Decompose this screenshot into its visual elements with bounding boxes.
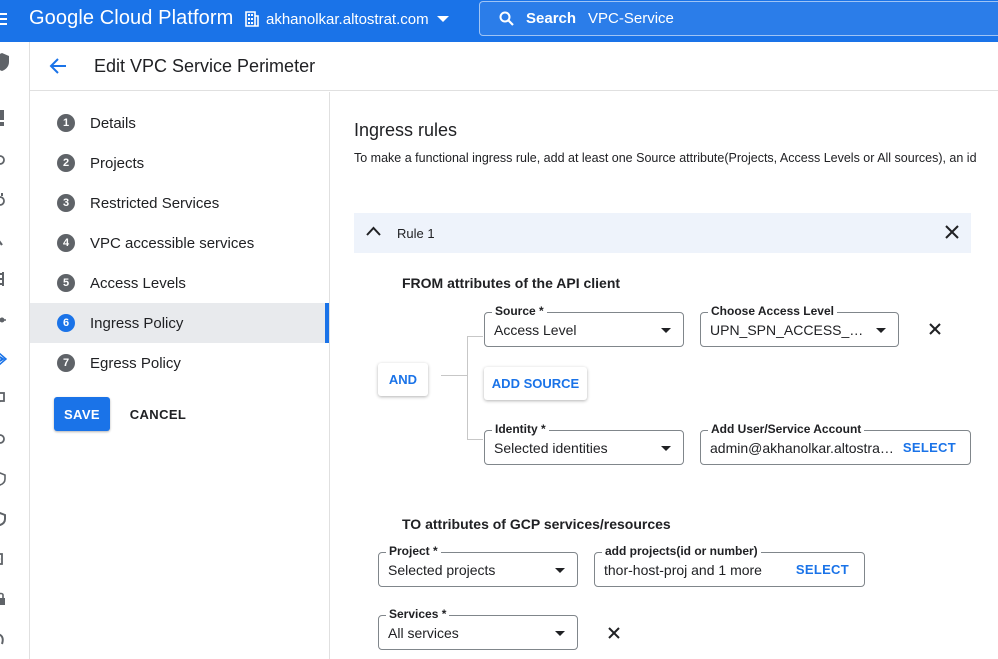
field-value: Access Level (494, 322, 577, 338)
tree-connector (467, 336, 468, 440)
save-button[interactable]: SAVE (54, 397, 110, 431)
field-value: UPN_SPN_ACCESS_LVL a... (710, 322, 870, 338)
and-button[interactable]: AND (378, 363, 428, 396)
search-input[interactable]: VPC-Service (588, 10, 674, 27)
step-details[interactable]: 1 Details (30, 103, 329, 143)
tree-connector (467, 336, 483, 337)
access-level-select[interactable]: Choose Access Level UPN_SPN_ACCESS_LVL a… (700, 304, 899, 347)
nav-icon-2[interactable] (0, 193, 10, 207)
step-number: 2 (57, 154, 75, 172)
field-label: add projects(id or number) (602, 544, 761, 558)
section-title: Ingress rules (354, 120, 458, 140)
dropdown-arrow-icon (661, 446, 671, 451)
select-user-button[interactable]: SELECT (903, 440, 956, 455)
step-label: Egress Policy (90, 354, 181, 372)
chevron-down-icon (436, 16, 449, 22)
dropdown-arrow-icon (555, 568, 565, 573)
page-header: Edit VPC Service Perimeter (30, 42, 998, 91)
step-number: 6 (57, 314, 75, 332)
project-select[interactable]: Project * Selected projects (378, 544, 578, 587)
field-value[interactable]: admin@akhanolkar.altostrat.co (710, 440, 896, 456)
search-bar[interactable]: Search VPC-Service (479, 1, 998, 36)
step-label: Ingress Policy (90, 314, 184, 332)
stepper-nav: 1 Details 2 Projects 3 Restricted Servic… (30, 92, 330, 659)
field-label: Choose Access Level (708, 304, 837, 318)
step-egress-policy[interactable]: 7 Egress Policy (30, 343, 329, 383)
field-label: Services * (386, 607, 450, 621)
nav-icon-1[interactable] (0, 153, 10, 167)
top-bar: Google Cloud Platform akhanolkar.altostr… (0, 0, 998, 42)
app-title[interactable]: Google Cloud Platform (29, 7, 233, 30)
field-label: Identity * (492, 422, 549, 436)
menu-icon[interactable] (0, 11, 10, 29)
shield-outline-icon[interactable] (0, 512, 10, 526)
select-projects-button[interactable]: SELECT (796, 562, 849, 577)
step-label: Projects (90, 154, 145, 172)
lock-icon[interactable] (0, 592, 10, 606)
wrench-icon[interactable] (0, 235, 10, 249)
step-number: 7 (57, 354, 75, 372)
field-value: All services (388, 625, 459, 641)
remove-source-icon[interactable] (929, 323, 941, 335)
security-icon[interactable] (0, 472, 10, 486)
nav-icon-3[interactable] (0, 432, 10, 446)
dropdown-arrow-icon (876, 328, 886, 333)
tree-connector (467, 439, 483, 440)
step-label: Access Levels (90, 274, 186, 292)
nav-icon-4[interactable] (0, 632, 10, 646)
dropdown-arrow-icon (555, 631, 565, 636)
step-label: Details (90, 114, 136, 132)
chevron-up-icon[interactable] (366, 226, 381, 236)
source-select[interactable]: Source * Access Level (484, 304, 684, 347)
step-number: 3 (57, 194, 75, 212)
identity-select[interactable]: Identity * Selected identities (484, 422, 684, 465)
alert-icon[interactable] (0, 110, 4, 126)
user-account-field[interactable]: Add User/Service Account admin@akhanolka… (700, 422, 971, 465)
shield-icon[interactable] (0, 52, 10, 72)
step-number: 4 (57, 234, 75, 252)
remove-services-icon[interactable] (608, 627, 620, 639)
page-title: Edit VPC Service Perimeter (94, 56, 316, 76)
back-arrow-icon[interactable] (49, 57, 67, 75)
step-access-levels[interactable]: 5 Access Levels (30, 263, 329, 303)
field-label: Project * (386, 544, 441, 558)
add-projects-field[interactable]: add projects(id or number) thor-host-pro… (594, 544, 865, 587)
vpc-sc-icon[interactable] (0, 352, 10, 366)
field-value: Selected identities (494, 440, 608, 456)
to-heading: TO attributes of GCP services/resources (402, 516, 671, 532)
cancel-button[interactable]: CANCEL (128, 397, 188, 431)
organization-icon (245, 11, 259, 27)
field-value: Selected projects (388, 562, 496, 578)
tree-connector (441, 375, 467, 376)
step-label: Restricted Services (90, 194, 220, 212)
close-icon[interactable] (945, 225, 959, 239)
network-icon[interactable] (0, 313, 10, 327)
bracket-icon[interactable] (0, 552, 10, 566)
step-number: 1 (57, 114, 75, 132)
dropdown-arrow-icon (661, 328, 671, 333)
nav-rail (0, 42, 30, 659)
field-value[interactable]: thor-host-proj and 1 more (604, 562, 784, 578)
search-icon (499, 11, 514, 26)
from-heading: FROM attributes of the API client (402, 275, 621, 291)
add-source-button[interactable]: ADD SOURCE (484, 367, 587, 400)
step-number: 5 (57, 274, 75, 292)
rule-header[interactable]: Rule 1 (354, 213, 971, 253)
step-label: VPC accessible services (90, 234, 255, 252)
rule-label: Rule 1 (397, 226, 435, 241)
main-content: Ingress rules To make a functional ingre… (331, 92, 998, 659)
services-select[interactable]: Services * All services (378, 607, 578, 650)
search-label: Search (526, 10, 577, 27)
section-description: To make a functional ingress rule, add a… (354, 151, 977, 165)
step-restricted-services[interactable]: 3 Restricted Services (30, 183, 329, 223)
list-icon[interactable] (0, 272, 10, 286)
step-projects[interactable]: 2 Projects (30, 143, 329, 183)
org-selector[interactable]: akhanolkar.altostrat.com (244, 9, 449, 29)
chat-icon[interactable] (0, 392, 10, 406)
field-label: Add User/Service Account (708, 422, 865, 436)
field-label: Source * (492, 304, 547, 318)
step-vpc-accessible-services[interactable]: 4 VPC accessible services (30, 223, 329, 263)
step-ingress-policy[interactable]: 6 Ingress Policy (30, 303, 329, 343)
org-name: akhanolkar.altostrat.com (266, 10, 429, 28)
